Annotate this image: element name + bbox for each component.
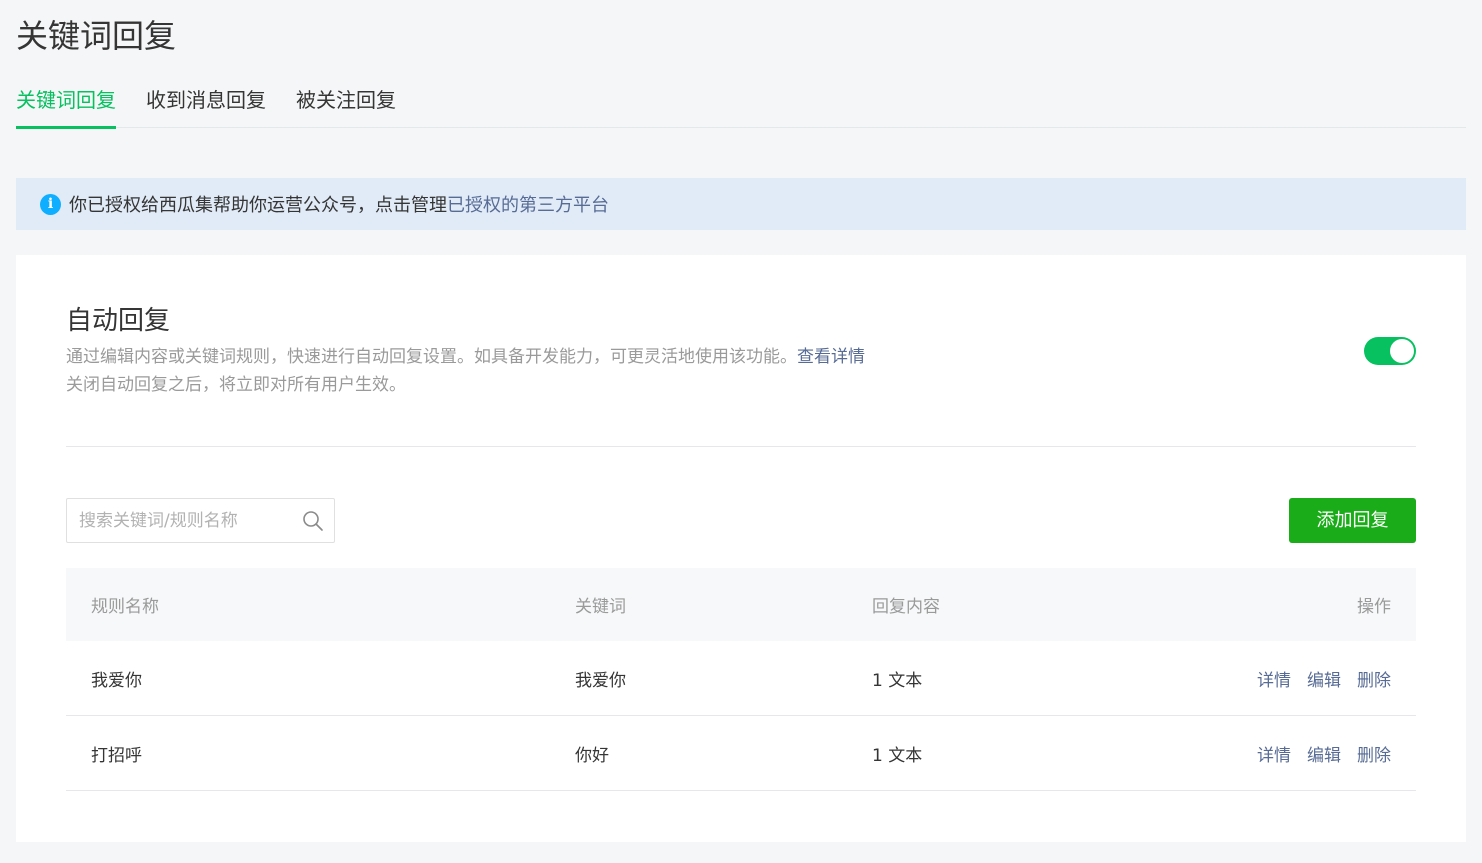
tab-keyword-reply[interactable]: 关键词回复 [16,84,116,129]
rule-name: 我爱你 [91,670,142,691]
toggle-knob [1390,339,1414,363]
rule-keyword: 你好 [575,745,609,766]
table-row: 打招呼 你好 1 文本 详情 编辑 删除 [66,716,1416,791]
description-line-1: 通过编辑内容或关键词规则，快速进行自动回复设置。如具备开发能力，可更灵活地使用该… [66,347,797,367]
header-reply-content: 回复内容 [872,597,940,617]
description-line-2: 关闭自动回复之后，将立即对所有用户生效。 [66,375,406,395]
section-title: 自动回复 [66,306,171,336]
search-box [66,498,335,543]
rule-reply-content: 1 文本 [872,745,923,766]
rule-name: 打招呼 [91,745,142,766]
edit-link[interactable]: 编辑 [1307,741,1341,766]
table-row: 我爱你 我爱你 1 文本 详情 编辑 删除 [66,641,1416,716]
section-description: 通过编辑内容或关键词规则，快速进行自动回复设置。如具备开发能力，可更灵活地使用该… [66,343,865,399]
edit-link[interactable]: 编辑 [1307,666,1341,691]
auto-reply-toggle[interactable] [1364,337,1416,365]
auto-reply-card: 自动回复 通过编辑内容或关键词规则，快速进行自动回复设置。如具备开发能力，可更灵… [16,255,1466,842]
page: 关键词回复 关键词回复 收到消息回复 被关注回复 i 你已授权给西瓜集帮助你运营… [0,0,1482,863]
search-input[interactable] [79,499,289,542]
rules-table: 规则名称 关键词 回复内容 操作 我爱你 我爱你 1 文本 详情 编辑 删除 打… [66,568,1416,791]
header-keyword: 关键词 [575,597,626,617]
header-operations: 操作 [1357,597,1391,617]
delete-link[interactable]: 删除 [1357,666,1391,691]
delete-link[interactable]: 删除 [1357,741,1391,766]
row-operations: 详情 编辑 删除 [1257,641,1391,715]
details-link[interactable]: 详情 [1257,666,1291,691]
info-icon: i [40,193,61,215]
third-party-platform-link[interactable]: 已授权的第三方平台 [447,191,609,217]
details-link[interactable]: 详情 [1257,741,1291,766]
notice-text: 你已授权给西瓜集帮助你运营公众号，点击管理 [69,195,447,216]
table-header: 规则名称 关键词 回复内容 操作 [66,568,1416,641]
tab-message-reply[interactable]: 收到消息回复 [146,84,266,128]
page-title: 关键词回复 [16,17,177,55]
header-rule-name: 规则名称 [91,597,159,617]
add-reply-button[interactable]: 添加回复 [1289,498,1416,543]
view-details-link[interactable]: 查看详情 [797,347,865,367]
tab-follow-reply[interactable]: 被关注回复 [296,84,396,128]
rule-keyword: 我爱你 [575,670,626,691]
tab-bar: 关键词回复 收到消息回复 被关注回复 [16,84,1466,129]
divider [66,446,1416,447]
row-operations: 详情 编辑 删除 [1257,716,1391,790]
search-icon[interactable] [302,510,324,532]
rule-reply-content: 1 文本 [872,670,923,691]
authorization-notice: i 你已授权给西瓜集帮助你运营公众号，点击管理 已授权的第三方平台 [16,178,1466,230]
